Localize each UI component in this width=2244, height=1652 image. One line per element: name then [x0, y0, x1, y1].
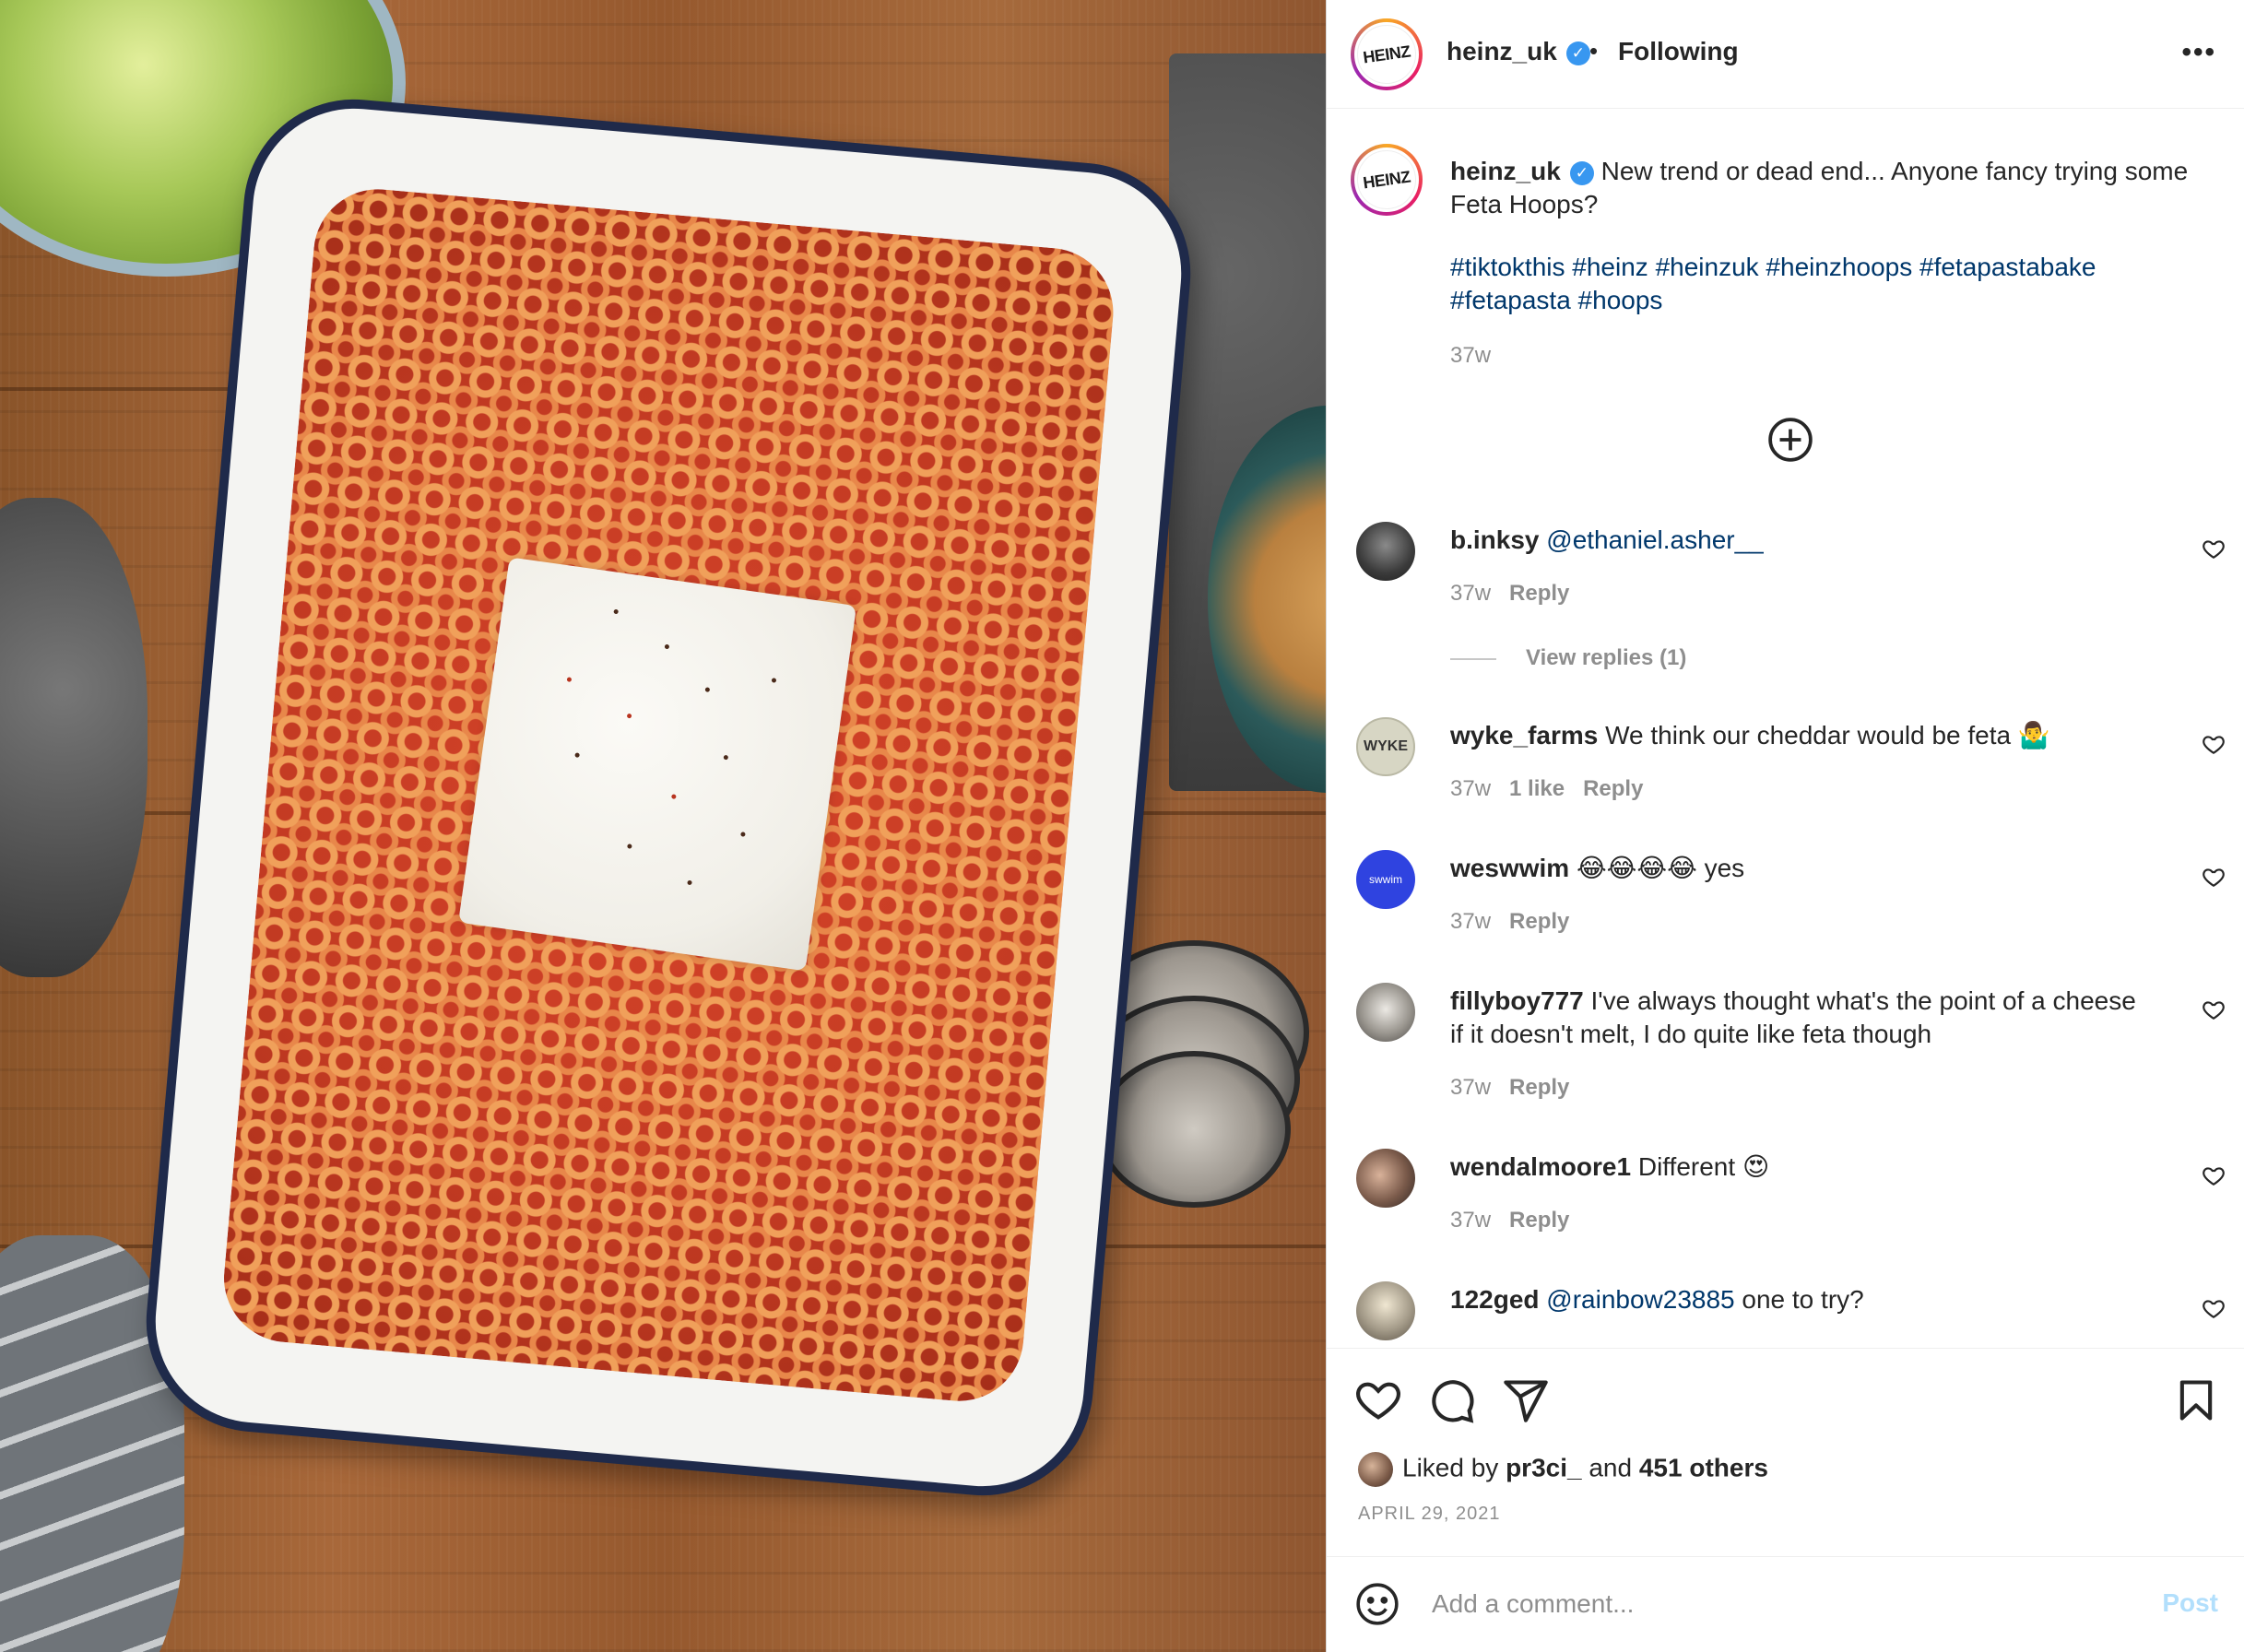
post-button[interactable]: Post — [2162, 1588, 2218, 1618]
verified-badge-icon: ✓ — [1569, 160, 1594, 185]
comment-username[interactable]: wyke_farms — [1450, 721, 1598, 749]
post-side-panel: HEINZ heinz_uk ✓ • Following ••• HEINZ he… — [1326, 0, 2244, 1652]
caption-avatar[interactable]: HEINZ — [1351, 144, 1423, 216]
comment-username[interactable]: fillyboy777 — [1450, 986, 1584, 1015]
comment-text: weswwim 😂😂😂😂 yes — [1450, 852, 2151, 885]
bookmark-icon[interactable] — [2172, 1376, 2220, 1424]
avatar-logo-text: swwim — [1369, 873, 1402, 886]
comment-text: wyke_farms We think our cheddar would be… — [1450, 719, 2151, 752]
reply-button[interactable]: Reply — [1509, 581, 1569, 606]
comment-username[interactable]: b.inksy — [1450, 525, 1539, 554]
header-username[interactable]: heinz_uk ✓ — [1447, 37, 1590, 66]
header-username-text[interactable]: heinz_uk — [1447, 37, 1557, 65]
heinz-logo: HEINZ — [1352, 20, 1421, 88]
comment-input[interactable] — [1432, 1581, 2077, 1627]
comment-like-icon[interactable] — [2202, 865, 2226, 889]
comment-time[interactable]: 37w — [1450, 1075, 1491, 1100]
comment-meta: 37w 1 like Reply — [1450, 776, 1661, 802]
plus-circle-icon[interactable] — [1767, 417, 1813, 463]
post-image[interactable] — [0, 0, 1326, 1652]
comment-body: 😂😂😂😂 yes — [1576, 854, 1745, 882]
send-icon[interactable] — [1502, 1376, 1550, 1424]
avatar[interactable] — [1356, 983, 1415, 1042]
avatar[interactable] — [1356, 522, 1415, 581]
comment-like-icon[interactable] — [2202, 1296, 2226, 1320]
heinz-logo: HEINZ — [1352, 146, 1421, 214]
caption-body: New trend or dead end... Anyone fancy tr… — [1450, 157, 2189, 218]
comment-time[interactable]: 37w — [1450, 1208, 1491, 1233]
liked-by-summary: Liked by pr3ci_ and 451 others — [1358, 1452, 1768, 1487]
comment-text: 122ged @rainbow23885 one to try? — [1450, 1283, 2151, 1316]
liked-by-user[interactable]: pr3ci_ — [1506, 1453, 1582, 1481]
comment-meta: 37w Reply — [1450, 1208, 1588, 1233]
heart-icon[interactable] — [1354, 1376, 1402, 1424]
comment-mention[interactable]: @rainbow23885 — [1546, 1285, 1734, 1314]
baking-dish — [136, 89, 1200, 1505]
reply-button[interactable]: Reply — [1509, 1208, 1569, 1233]
feta-block — [458, 557, 857, 972]
liked-by-others[interactable]: 451 others — [1639, 1453, 1768, 1481]
add-comment-bar: Post — [1327, 1556, 2244, 1652]
comment-like-icon[interactable] — [2202, 732, 2226, 756]
avatar[interactable]: swwim — [1356, 850, 1415, 909]
comment-mention[interactable]: @ethaniel.asher__ — [1546, 525, 1763, 554]
caption-timestamp[interactable]: 37w — [1450, 343, 1491, 369]
post-header: HEINZ heinz_uk ✓ • Following ••• — [1327, 0, 2244, 109]
header-separator: • — [1589, 37, 1599, 65]
comment-like-icon[interactable] — [2202, 997, 2226, 1021]
view-replies-button[interactable]: View replies (1) — [1450, 645, 1686, 671]
liked-by-and: and — [1589, 1453, 1633, 1482]
comment-meta: 37w Reply — [1450, 581, 1588, 607]
comment-username[interactable]: weswwim — [1450, 854, 1569, 882]
comment-time[interactable]: 37w — [1450, 909, 1491, 934]
comment-like-icon[interactable] — [2202, 537, 2226, 560]
comment-body: Different 😍 — [1637, 1152, 1770, 1181]
avatar[interactable] — [1358, 1452, 1393, 1487]
avatar[interactable] — [1356, 1149, 1415, 1208]
avatar[interactable] — [1356, 1281, 1415, 1340]
comment-text: fillyboy777 I've always thought what's t… — [1450, 985, 2151, 1051]
profile-avatar[interactable]: HEINZ — [1351, 18, 1423, 90]
comment-icon[interactable] — [1428, 1376, 1476, 1424]
caption-text: heinz_uk ✓ New trend or dead end... Anyon… — [1450, 155, 2206, 221]
verified-badge-icon: ✓ — [1565, 41, 1590, 65]
stone-mortar — [0, 498, 148, 977]
comment-meta: 37w Reply — [1450, 1075, 1588, 1101]
reply-button[interactable]: Reply — [1509, 1075, 1569, 1100]
liked-by-prefix: Liked by — [1402, 1453, 1499, 1482]
comment-username[interactable]: 122ged — [1450, 1285, 1540, 1314]
caption-username[interactable]: heinz_uk — [1450, 157, 1561, 185]
likes-count[interactable]: 1 like — [1509, 776, 1565, 801]
post-date[interactable]: APRIL 29, 2021 — [1358, 1504, 1500, 1525]
comment-text: wendalmoore1 Different 😍 — [1450, 1150, 2151, 1184]
caption-hashtags[interactable]: #tiktokthis #heinz #heinzuk #heinzhoops … — [1450, 251, 2206, 317]
comment-meta: 37w Reply — [1450, 909, 1588, 935]
comment-body: one to try? — [1742, 1285, 1864, 1314]
comment-like-icon[interactable] — [2202, 1163, 2226, 1187]
comment-text: b.inksy @ethaniel.asher__ — [1450, 524, 2151, 557]
comment-time[interactable]: 37w — [1450, 776, 1491, 801]
comment-username[interactable]: wendalmoore1 — [1450, 1152, 1631, 1181]
comment-time[interactable]: 37w — [1450, 581, 1491, 606]
comment-body: We think our cheddar would be feta 🤷‍♂️ — [1605, 721, 2050, 749]
reply-button[interactable]: Reply — [1509, 909, 1569, 934]
post-actions: Liked by pr3ci_ and 451 others APRIL 29,… — [1327, 1348, 2244, 1551]
following-button[interactable]: Following — [1618, 37, 1739, 66]
more-options-icon[interactable]: ••• — [2181, 37, 2216, 68]
avatar-logo-text: WYKE — [1364, 738, 1408, 754]
emoji-icon[interactable] — [1354, 1581, 1400, 1627]
reply-button[interactable]: Reply — [1583, 776, 1643, 801]
avatar[interactable]: WYKE — [1356, 717, 1415, 776]
